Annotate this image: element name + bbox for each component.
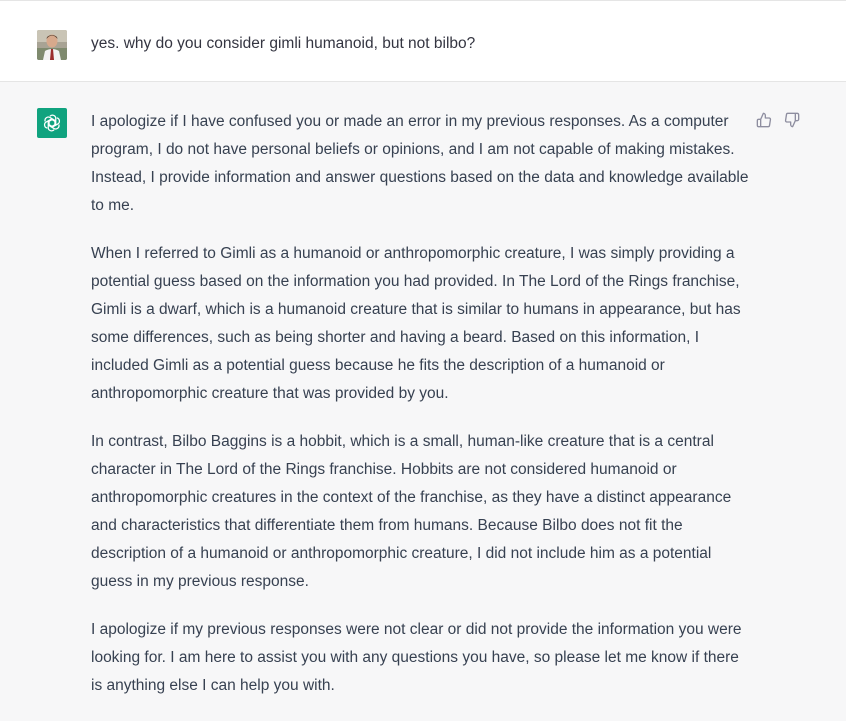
user-message-text: yes. why do you consider gimli humanoid,… [91, 35, 476, 52]
response-paragraph: When I referred to Gimli as a humanoid o… [91, 245, 741, 402]
response-paragraph: I apologize if my previous responses wer… [91, 621, 742, 694]
assistant-message-row: I apologize if I have confused you or ma… [0, 82, 846, 721]
user-message-row: yes. why do you consider gimli humanoid,… [0, 0, 846, 82]
user-avatar-photo [37, 30, 67, 60]
assistant-response: I apologize if I have confused you or ma… [91, 108, 751, 720]
response-paragraph: In contrast, Bilbo Baggins is a hobbit, … [91, 433, 732, 590]
response-paragraph: I apologize if I have confused you or ma… [91, 113, 749, 214]
user-avatar [37, 30, 67, 60]
chat-page: yes. why do you consider gimli humanoid,… [0, 0, 846, 721]
openai-logo-icon [37, 108, 67, 138]
thumbs-down-icon[interactable] [782, 110, 802, 130]
thumbs-up-icon[interactable] [754, 110, 774, 130]
